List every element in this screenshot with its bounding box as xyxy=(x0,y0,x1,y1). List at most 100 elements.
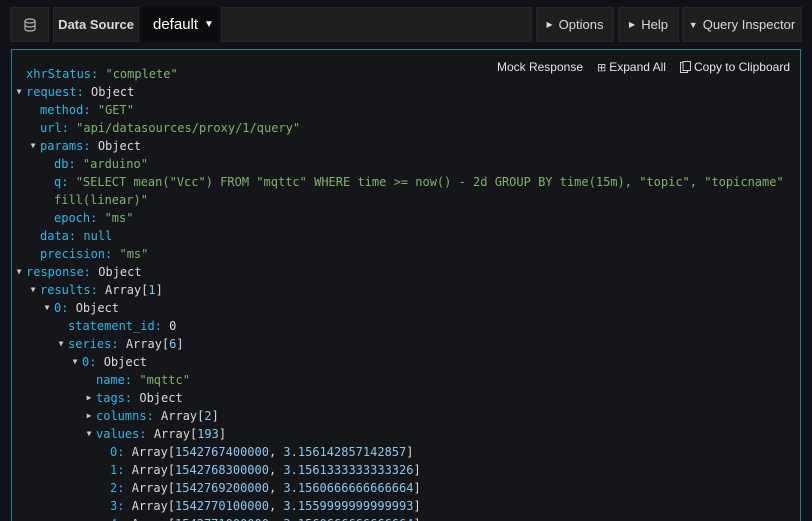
tree-row[interactable]: ▶ tags: Object xyxy=(26,389,784,407)
tree-row: url: "api/datasources/proxy/1/query" xyxy=(26,119,784,137)
tree-separator: : xyxy=(124,391,140,405)
tree-row: data: null xyxy=(26,227,784,245)
tree-row[interactable]: ▼ results: Array[1] xyxy=(26,281,784,299)
tree-value: Array xyxy=(131,445,168,459)
expanded-caret-icon[interactable]: ▼ xyxy=(69,353,81,371)
tree-value: Array xyxy=(131,481,168,495)
caret-down-icon: ▼ xyxy=(204,19,214,30)
query-inspector-button[interactable]: ▼ Query Inspector xyxy=(682,7,802,42)
tree-value: "mqttc" xyxy=(139,373,190,387)
tree-row[interactable]: ▼ 0: Object xyxy=(26,353,784,371)
tree-key: db xyxy=(54,157,69,171)
tree-separator: : xyxy=(117,517,131,521)
tree-key: series xyxy=(68,337,112,351)
json-tree: xhrStatus: "complete" ▼ request: Object met… xyxy=(17,65,784,521)
tree-separator: : xyxy=(139,427,154,441)
tree-value: Array xyxy=(132,517,168,521)
timestamp-value: 1542771000000 xyxy=(175,517,269,521)
tree-value: Array xyxy=(131,499,168,513)
tree-row[interactable]: ▼ request: Object xyxy=(17,83,784,101)
tree-row[interactable]: ▼ params: Object xyxy=(26,137,784,155)
tree-value: "ms" xyxy=(104,211,134,225)
tree-value: Object xyxy=(75,301,120,315)
array-length: 2 xyxy=(204,409,212,423)
options-button[interactable]: ▶ Options xyxy=(536,7,614,42)
tree-separator: : xyxy=(68,229,84,243)
tree-key: response xyxy=(26,265,84,279)
measurement-value: 3.156142857142857 xyxy=(283,445,407,459)
expanded-caret-icon[interactable]: ▼ xyxy=(83,425,95,443)
datasource-select-value: default xyxy=(153,16,199,33)
tree-row: method: "GET" xyxy=(26,101,784,119)
query-inspector-panel: Mock Response ⊞ Expand All Copy to Clipb… xyxy=(11,49,801,521)
tree-key: results xyxy=(40,283,91,297)
tree-value: Array xyxy=(131,463,168,477)
datasource-select[interactable]: default ▼ xyxy=(142,7,218,42)
help-button[interactable]: ▶ Help xyxy=(618,7,679,42)
measurement-value: 3.1560666666666664 xyxy=(283,481,414,495)
tree-key: request xyxy=(26,85,77,99)
tree-value: Array xyxy=(125,337,162,351)
tree-row: precision: "ms" xyxy=(26,245,784,263)
tree-value: "SELECT mean("Vcc") FROM "mqttc" WHERE t… xyxy=(75,175,784,189)
query-toolbar: Data Source default ▼ ▶ Options ▶ Help ▼… xyxy=(0,0,812,48)
toolbar-spacer xyxy=(221,7,532,42)
tree-value: Object xyxy=(91,85,135,99)
tree-value: Object xyxy=(103,355,148,369)
tree-value: "arduino" xyxy=(82,157,148,171)
expanded-caret-icon[interactable]: ▼ xyxy=(55,335,67,353)
expanded-caret-icon[interactable]: ▼ xyxy=(13,83,25,101)
timestamp-value: 1542769200000 xyxy=(175,481,269,495)
expanded-caret-icon[interactable]: ▼ xyxy=(27,137,39,155)
timestamp-value: 1542770100000 xyxy=(175,499,269,513)
tree-key: tags xyxy=(96,391,125,405)
tree-row[interactable]: ▼ response: Object xyxy=(17,263,784,281)
collapsed-caret-icon[interactable]: ▶ xyxy=(83,389,95,407)
tree-key: columns xyxy=(96,409,147,423)
tree-value: fill(linear)" xyxy=(54,193,148,207)
tree-value: "ms" xyxy=(119,247,149,261)
tree-key: xhrStatus xyxy=(26,67,92,81)
tree-separator: : xyxy=(68,157,83,171)
tree-row: 4: Array[1542771000000, 3.15606666666666… xyxy=(26,515,784,521)
tree-value: Object xyxy=(97,139,142,153)
database-icon-button[interactable] xyxy=(10,7,49,42)
tree-row: db: "arduino" xyxy=(26,155,784,173)
tree-separator: : xyxy=(83,139,98,153)
datasource-label-text: Data Source xyxy=(58,17,134,32)
tree-key: data xyxy=(40,229,69,243)
tree-row[interactable]: ▼ 0: Object xyxy=(26,299,784,317)
tree-value: "GET" xyxy=(97,103,134,117)
expanded-caret-icon[interactable]: ▼ xyxy=(13,263,25,281)
tree-row[interactable]: ▶ columns: Array[2] xyxy=(26,407,784,425)
expanded-caret-icon[interactable]: ▼ xyxy=(27,281,39,299)
tree-separator: : xyxy=(91,67,106,81)
tree-row[interactable]: ▼ series: Array[6] xyxy=(26,335,784,353)
tree-separator: : xyxy=(111,337,126,351)
tree-value: null xyxy=(83,229,113,243)
help-label: Help xyxy=(641,17,668,32)
tree-row: 2: Array[1542769200000, 3.15606666666666… xyxy=(110,481,421,495)
tree-separator: : xyxy=(83,103,98,117)
expanded-caret-icon[interactable]: ▼ xyxy=(41,299,53,317)
tree-value: Object xyxy=(98,265,142,279)
tree-separator: : xyxy=(117,499,132,513)
tree-row[interactable]: ▼ values: Array[193] xyxy=(26,425,784,443)
tree-separator: : xyxy=(76,85,92,99)
tree-separator: : xyxy=(117,481,132,495)
tree-row: 3: Array[1542770100000, 3.15599999999999… xyxy=(110,499,421,513)
tree-value: Array xyxy=(105,283,142,297)
tree-value: Array xyxy=(153,427,190,441)
tree-key: params xyxy=(40,139,84,153)
tree-separator: : xyxy=(117,463,132,477)
tree-separator: : xyxy=(61,175,76,189)
collapsed-caret-icon[interactable]: ▶ xyxy=(83,407,95,425)
measurement-value: 3.1561333333333326 xyxy=(283,463,414,477)
tree-row: name: "mqttc" xyxy=(26,371,784,389)
measurement-value: 3.1559999999999993 xyxy=(283,499,414,513)
array-length: 193 xyxy=(197,427,219,441)
query-inspector-label: Query Inspector xyxy=(702,17,796,32)
tree-key: name xyxy=(96,373,125,387)
tree-key: epoch xyxy=(54,211,91,225)
tree-separator: : xyxy=(90,283,106,297)
